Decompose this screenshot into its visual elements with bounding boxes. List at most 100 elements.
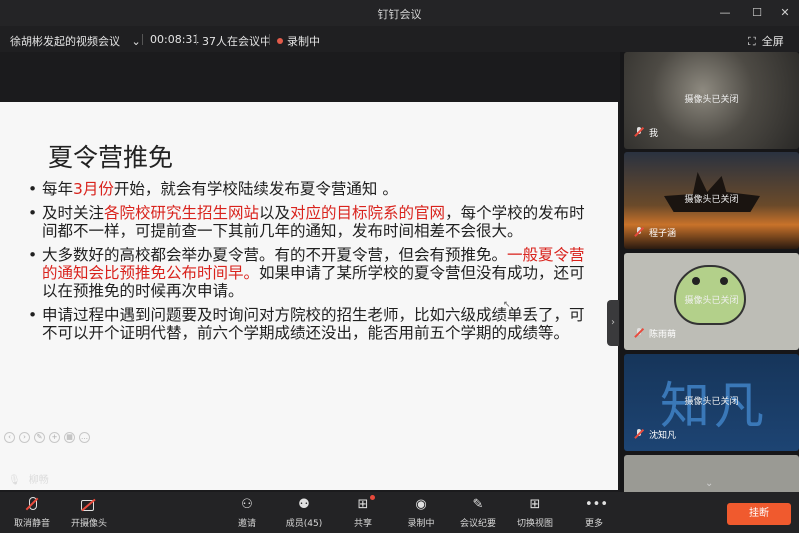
record-dot-icon bbox=[277, 38, 283, 44]
active-speaker: 🎙︎ 柳畅 bbox=[8, 471, 49, 486]
meeting-toolbar: 取消静音 开摄像头 ⚇ 邀请 ⚉ 成员(45) ⊞ 共享 ◉ 录制中 ✎ 会议纪要 ⊞ 切换… bbox=[0, 492, 799, 533]
more-label: 更多 bbox=[584, 519, 603, 529]
grid-icon[interactable]: ▦ bbox=[64, 432, 75, 443]
camera-off-label: 摄像头已关闭 bbox=[684, 95, 739, 105]
participant-name: 沈知凡 bbox=[649, 431, 677, 441]
more-dots-icon: ••• bbox=[585, 497, 609, 512]
bullet-dot: • bbox=[28, 180, 38, 198]
active-speaker-name: 柳畅 bbox=[28, 475, 49, 486]
slide-bullet-list: • 每年3月份开始，就会有学校陆续发布夏令营通知 。 • 及时关注各院校研究生招生网站… bbox=[28, 180, 588, 348]
chevron-down-icon: ⌄ bbox=[131, 35, 141, 48]
camera-button[interactable]: 开摄像头 bbox=[66, 497, 112, 529]
bullet-text: 及时关注 bbox=[42, 204, 105, 222]
participants-count[interactable]: 37人在会议中 bbox=[202, 33, 271, 49]
slide-bullet: • 及时关注各院校研究生招生网站以及对应的目标院系的官网，每个学校的发布时间都不一… bbox=[28, 204, 588, 240]
shared-screen-area: 夏令营推免 • 每年3月份开始，就会有学校陆续发布夏令营通知 。 • 及时关注各院校研… bbox=[0, 52, 619, 490]
divider bbox=[269, 34, 270, 45]
chevron-down-icon[interactable]: ⌄ bbox=[705, 478, 713, 489]
invite-label: 邀请 bbox=[237, 519, 256, 529]
meeting-duration: 00:08:31 bbox=[150, 33, 200, 46]
meeting-window: 钉钉会议 — ☐ ✕ 徐胡彬发起的视频会议 ⌄ 00:08:31 37人在会议中… bbox=[0, 0, 799, 533]
bullet-dot: • bbox=[28, 246, 38, 264]
bullet-text: 大多数好的高校都会举办夏令营。有的不开夏令营，但会有预推免。 bbox=[42, 246, 508, 264]
participant-name: 我 bbox=[649, 129, 659, 139]
share-notification-badge bbox=[370, 495, 375, 500]
minutes-icon: ✎ bbox=[472, 497, 484, 512]
meeting-name[interactable]: 徐胡彬发起的视频会议 ⌄ bbox=[10, 33, 141, 49]
close-icon[interactable]: ✕ bbox=[776, 4, 794, 22]
participant-name-row: 程子涵 bbox=[634, 226, 676, 239]
participant-tile[interactable]: 知凡 摄像头已关闭 沈知凡 bbox=[624, 354, 799, 451]
highlighted-text: 3月份 bbox=[73, 180, 114, 198]
prev-slide-icon[interactable]: ‹ bbox=[4, 432, 15, 443]
more-button[interactable]: ••• 更多 bbox=[584, 497, 609, 529]
bullet-text: 开始，就会有学校陆续发布夏令营通知 。 bbox=[113, 180, 398, 198]
record-label: 录制中 bbox=[407, 519, 435, 529]
mic-muted-icon bbox=[634, 127, 644, 137]
camera-off-icon bbox=[80, 497, 98, 513]
bullet-dot: • bbox=[28, 204, 38, 222]
fullscreen-icon: ⛶ bbox=[748, 35, 756, 48]
zoom-icon[interactable]: + bbox=[49, 432, 60, 443]
camera-label: 开摄像头 bbox=[70, 519, 107, 529]
recording-status[interactable]: 录制中 bbox=[277, 33, 320, 49]
slide-title: 夏令营推免 bbox=[48, 143, 174, 172]
participant-tile[interactable]: 摄像头已关闭 陈雨萌 bbox=[624, 253, 799, 350]
highlighted-text: 各院校研究生招生网站 bbox=[104, 204, 260, 222]
leave-button[interactable]: 挂断 bbox=[727, 503, 791, 525]
bullet-dot: • bbox=[28, 306, 38, 324]
participant-panel: 摄像头已关闭 我 摄像头已关闭 程子涵 摄像头已关闭 陈雨萌 知凡 摄像头已关闭… bbox=[620, 52, 799, 492]
bullet-text: 申请过程中遇到问题要及时询问对方院校的招生老师，比如六级成绩单丢了，可不可以开个… bbox=[42, 306, 585, 342]
participant-name-row: 陈雨萌 bbox=[634, 327, 676, 340]
shared-slide: 夏令营推免 • 每年3月份开始，就会有学校陆续发布夏令营通知 。 • 及时关注各院校研… bbox=[0, 102, 618, 490]
mouse-cursor-icon: ↖ bbox=[503, 300, 511, 310]
participant-name-row: 我 bbox=[634, 126, 658, 139]
meeting-name-label: 徐胡彬发起的视频会议 bbox=[10, 35, 120, 48]
pen-icon[interactable]: ✎ bbox=[34, 432, 45, 443]
share-button[interactable]: ⊞ 共享 bbox=[350, 497, 376, 529]
bullet-text: 以及 bbox=[259, 204, 291, 222]
share-screen-icon: ⊞ bbox=[357, 497, 369, 512]
switch-view-label: 切换视图 bbox=[517, 519, 554, 529]
participant-name: 陈雨萌 bbox=[649, 330, 677, 340]
mic-muted-icon bbox=[634, 328, 644, 338]
participant-name-row: 沈知凡 bbox=[634, 428, 676, 441]
panel-collapse-handle[interactable]: › bbox=[607, 300, 619, 346]
invite-button[interactable]: ⚇ 邀请 bbox=[232, 497, 262, 529]
minutes-button[interactable]: ✎ 会议纪要 bbox=[460, 497, 496, 529]
bullet-text: 每年 bbox=[42, 180, 74, 198]
divider bbox=[142, 34, 143, 45]
layout-grid-icon: ⊞ bbox=[529, 497, 541, 512]
window-title: 钉钉会议 bbox=[377, 8, 422, 21]
record-icon: ◉ bbox=[415, 497, 427, 512]
add-user-icon: ⚇ bbox=[241, 497, 253, 512]
participant-tile[interactable]: 摄像头已关闭 我 bbox=[624, 52, 799, 149]
recording-label: 录制中 bbox=[287, 35, 320, 48]
record-button[interactable]: ◉ 录制中 bbox=[406, 497, 436, 529]
slide-toolbar: ‹ › ✎ + ▦ … bbox=[4, 424, 94, 443]
mic-muted-icon bbox=[634, 227, 644, 237]
members-button[interactable]: ⚉ 成员(45) bbox=[284, 497, 324, 529]
camera-off-label: 摄像头已关闭 bbox=[684, 397, 739, 407]
divider bbox=[196, 34, 197, 45]
mic-muted-icon bbox=[634, 429, 644, 439]
camera-off-label: 摄像头已关闭 bbox=[684, 195, 739, 205]
slide-bullet: • 申请过程中遇到问题要及时询问对方院校的招生老师，比如六级成绩单丢了，可不可以开… bbox=[28, 306, 588, 342]
title-bar: 钉钉会议 — ☐ ✕ bbox=[0, 0, 799, 26]
switch-view-button[interactable]: ⊞ 切换视图 bbox=[517, 497, 553, 529]
microphone-muted-icon bbox=[23, 497, 41, 513]
participant-name: 程子涵 bbox=[649, 229, 677, 239]
slide-bullet: • 每年3月份开始，就会有学校陆续发布夏令营通知 。 bbox=[28, 180, 588, 198]
unmute-button[interactable]: 取消静音 bbox=[9, 497, 55, 529]
highlighted-text: 对应的目标院系的官网 bbox=[290, 204, 446, 222]
meeting-info-bar: 徐胡彬发起的视频会议 ⌄ 00:08:31 37人在会议中 录制中 ⛶ 全屏 bbox=[0, 26, 799, 52]
next-slide-icon[interactable]: › bbox=[19, 432, 30, 443]
camera-off-label: 摄像头已关闭 bbox=[684, 296, 739, 306]
maximize-icon[interactable]: ☐ bbox=[748, 4, 766, 22]
slide-bullet: • 大多数好的高校都会举办夏令营。有的不开夏令营，但会有预推免。一般夏令营的通知会… bbox=[28, 246, 588, 300]
participant-tile[interactable]: 摄像头已关闭 程子涵 bbox=[624, 152, 799, 249]
fullscreen-button[interactable]: ⛶ 全屏 bbox=[748, 33, 784, 49]
more-options-icon[interactable]: … bbox=[79, 432, 90, 443]
members-label: 成员(45) bbox=[285, 519, 323, 529]
minimize-icon[interactable]: — bbox=[716, 4, 734, 22]
